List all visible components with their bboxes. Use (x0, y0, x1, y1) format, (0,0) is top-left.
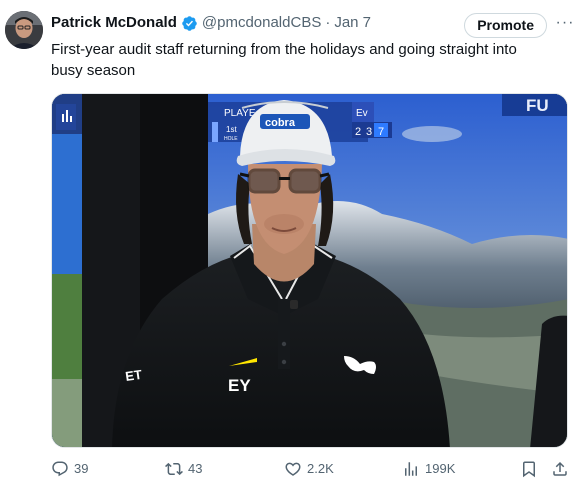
tweet-body: Patrick McDonald @pmcdonaldCBS · Jan 7 P… (51, 12, 576, 81)
screen-hole-label: 1st (226, 125, 237, 134)
tweet-image[interactable]: PLAYE 1st HOLE Ev 2 3 7 FU EY ET cobra (51, 93, 568, 448)
author-name[interactable]: Patrick McDonald (51, 13, 177, 33)
promote-button[interactable]: Promote (464, 13, 547, 38)
share-icon (553, 461, 567, 476)
reply-count: 39 (74, 461, 89, 476)
tweet-actions: 39 43 2.2K 199K (51, 456, 572, 486)
reply-icon (52, 461, 68, 477)
repost-icon (165, 462, 183, 476)
tweet-text: First-year audit staff returning from th… (51, 41, 517, 79)
more-options-icon[interactable]: ··· (554, 11, 576, 35)
avatar-image (5, 11, 43, 49)
tweet-date[interactable]: Jan 7 (334, 13, 371, 33)
screen-corner-text: FU (526, 96, 549, 115)
reply-button[interactable]: 39 (51, 460, 88, 478)
views-button[interactable]: 199K (402, 460, 455, 478)
like-count: 2.2K (307, 461, 334, 476)
shirt-side-text: ET (124, 367, 143, 384)
avatar[interactable] (5, 11, 43, 49)
like-button[interactable]: 2.2K (284, 460, 334, 478)
screen-number: 3 (366, 126, 372, 138)
screen-number: 7 (378, 126, 384, 138)
heart-icon (285, 462, 301, 476)
separator-dot: · (325, 14, 331, 31)
bookmark-icon (523, 461, 535, 478)
repost-count: 43 (188, 461, 203, 476)
tweet-card[interactable]: Patrick McDonald @pmcdonaldCBS · Jan 7 P… (0, 0, 588, 488)
screen-number: 2 (355, 126, 361, 138)
cap-brand-logo: cobra (265, 117, 296, 129)
shirt-logo-ey: EY (228, 376, 251, 395)
golfer-photo: PLAYE 1st HOLE Ev 2 3 7 FU EY ET cobra (52, 94, 567, 447)
views-count: 199K (425, 461, 456, 476)
screen-ev-label: Ev (356, 108, 368, 119)
share-button[interactable] (551, 460, 569, 483)
author-handle[interactable]: @pmcdonaldCBS (202, 13, 321, 33)
views-chart-icon (405, 462, 417, 476)
bookmark-button[interactable] (520, 460, 538, 483)
verified-badge-icon (181, 15, 198, 32)
screen-hole-sub: HOLE (224, 136, 238, 142)
repost-button[interactable]: 43 (165, 460, 202, 478)
